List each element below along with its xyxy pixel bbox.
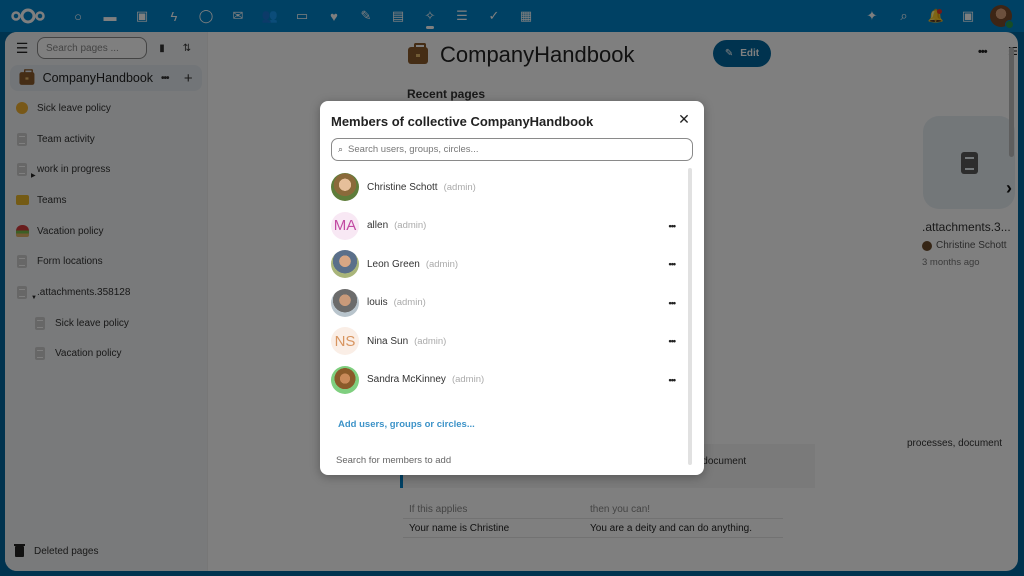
member-actions-button[interactable]: •••	[669, 375, 677, 385]
member-name: Sandra McKinney	[367, 374, 446, 386]
member-avatar: MA	[331, 211, 359, 240]
member-actions-button[interactable]: •••	[669, 298, 677, 308]
member-actions-button[interactable]: •••	[669, 221, 677, 231]
member-actions-button[interactable]: •••	[669, 259, 677, 269]
add-members-hint: Search for members to add	[336, 455, 452, 466]
member-name: Nina Sun	[367, 335, 409, 347]
member-avatar	[331, 250, 359, 279]
member-row: NS Nina Sun (admin) •••	[331, 322, 681, 361]
member-row: Leon Green (admin) •••	[331, 245, 681, 284]
member-row: MA allen (admin) •••	[331, 207, 681, 246]
member-name: Leon Green	[367, 258, 420, 270]
member-list: Christine Schott (admin) MA allen (admin) •••…	[331, 168, 681, 399]
dialog-scrollbar[interactable]	[688, 168, 692, 465]
search-icon: ⌕	[338, 144, 344, 154]
member-role: (admin)	[443, 181, 476, 193]
member-row: louis (admin) •••	[331, 284, 681, 323]
dialog-title: Members of collective CompanyHandbook	[331, 114, 594, 129]
member-row: Christine Schott (admin)	[331, 168, 681, 207]
add-members-link[interactable]: Add users, groups or circles...	[338, 419, 475, 430]
member-avatar	[331, 365, 359, 394]
search-placeholder: Search users, groups, circles...	[348, 144, 479, 155]
member-name: louis	[367, 297, 388, 309]
member-role: (admin)	[393, 297, 426, 309]
members-dialog: Members of collective CompanyHandbook ✕ …	[320, 101, 704, 475]
member-avatar	[331, 288, 359, 317]
member-search-input[interactable]: ⌕ Search users, groups, circles...	[331, 138, 693, 161]
member-role: (admin)	[425, 258, 459, 270]
member-avatar	[331, 173, 359, 202]
member-avatar: NS	[331, 327, 359, 356]
member-actions-button[interactable]: •••	[669, 336, 677, 346]
member-row: Sandra McKinney (admin) •••	[331, 361, 681, 400]
member-role: (admin)	[451, 374, 485, 386]
member-role: (admin)	[414, 335, 447, 347]
member-name: Christine Schott	[367, 181, 438, 193]
member-role: (admin)	[394, 220, 427, 232]
close-icon[interactable]: ✕	[674, 109, 694, 129]
member-name: allen	[367, 220, 389, 232]
